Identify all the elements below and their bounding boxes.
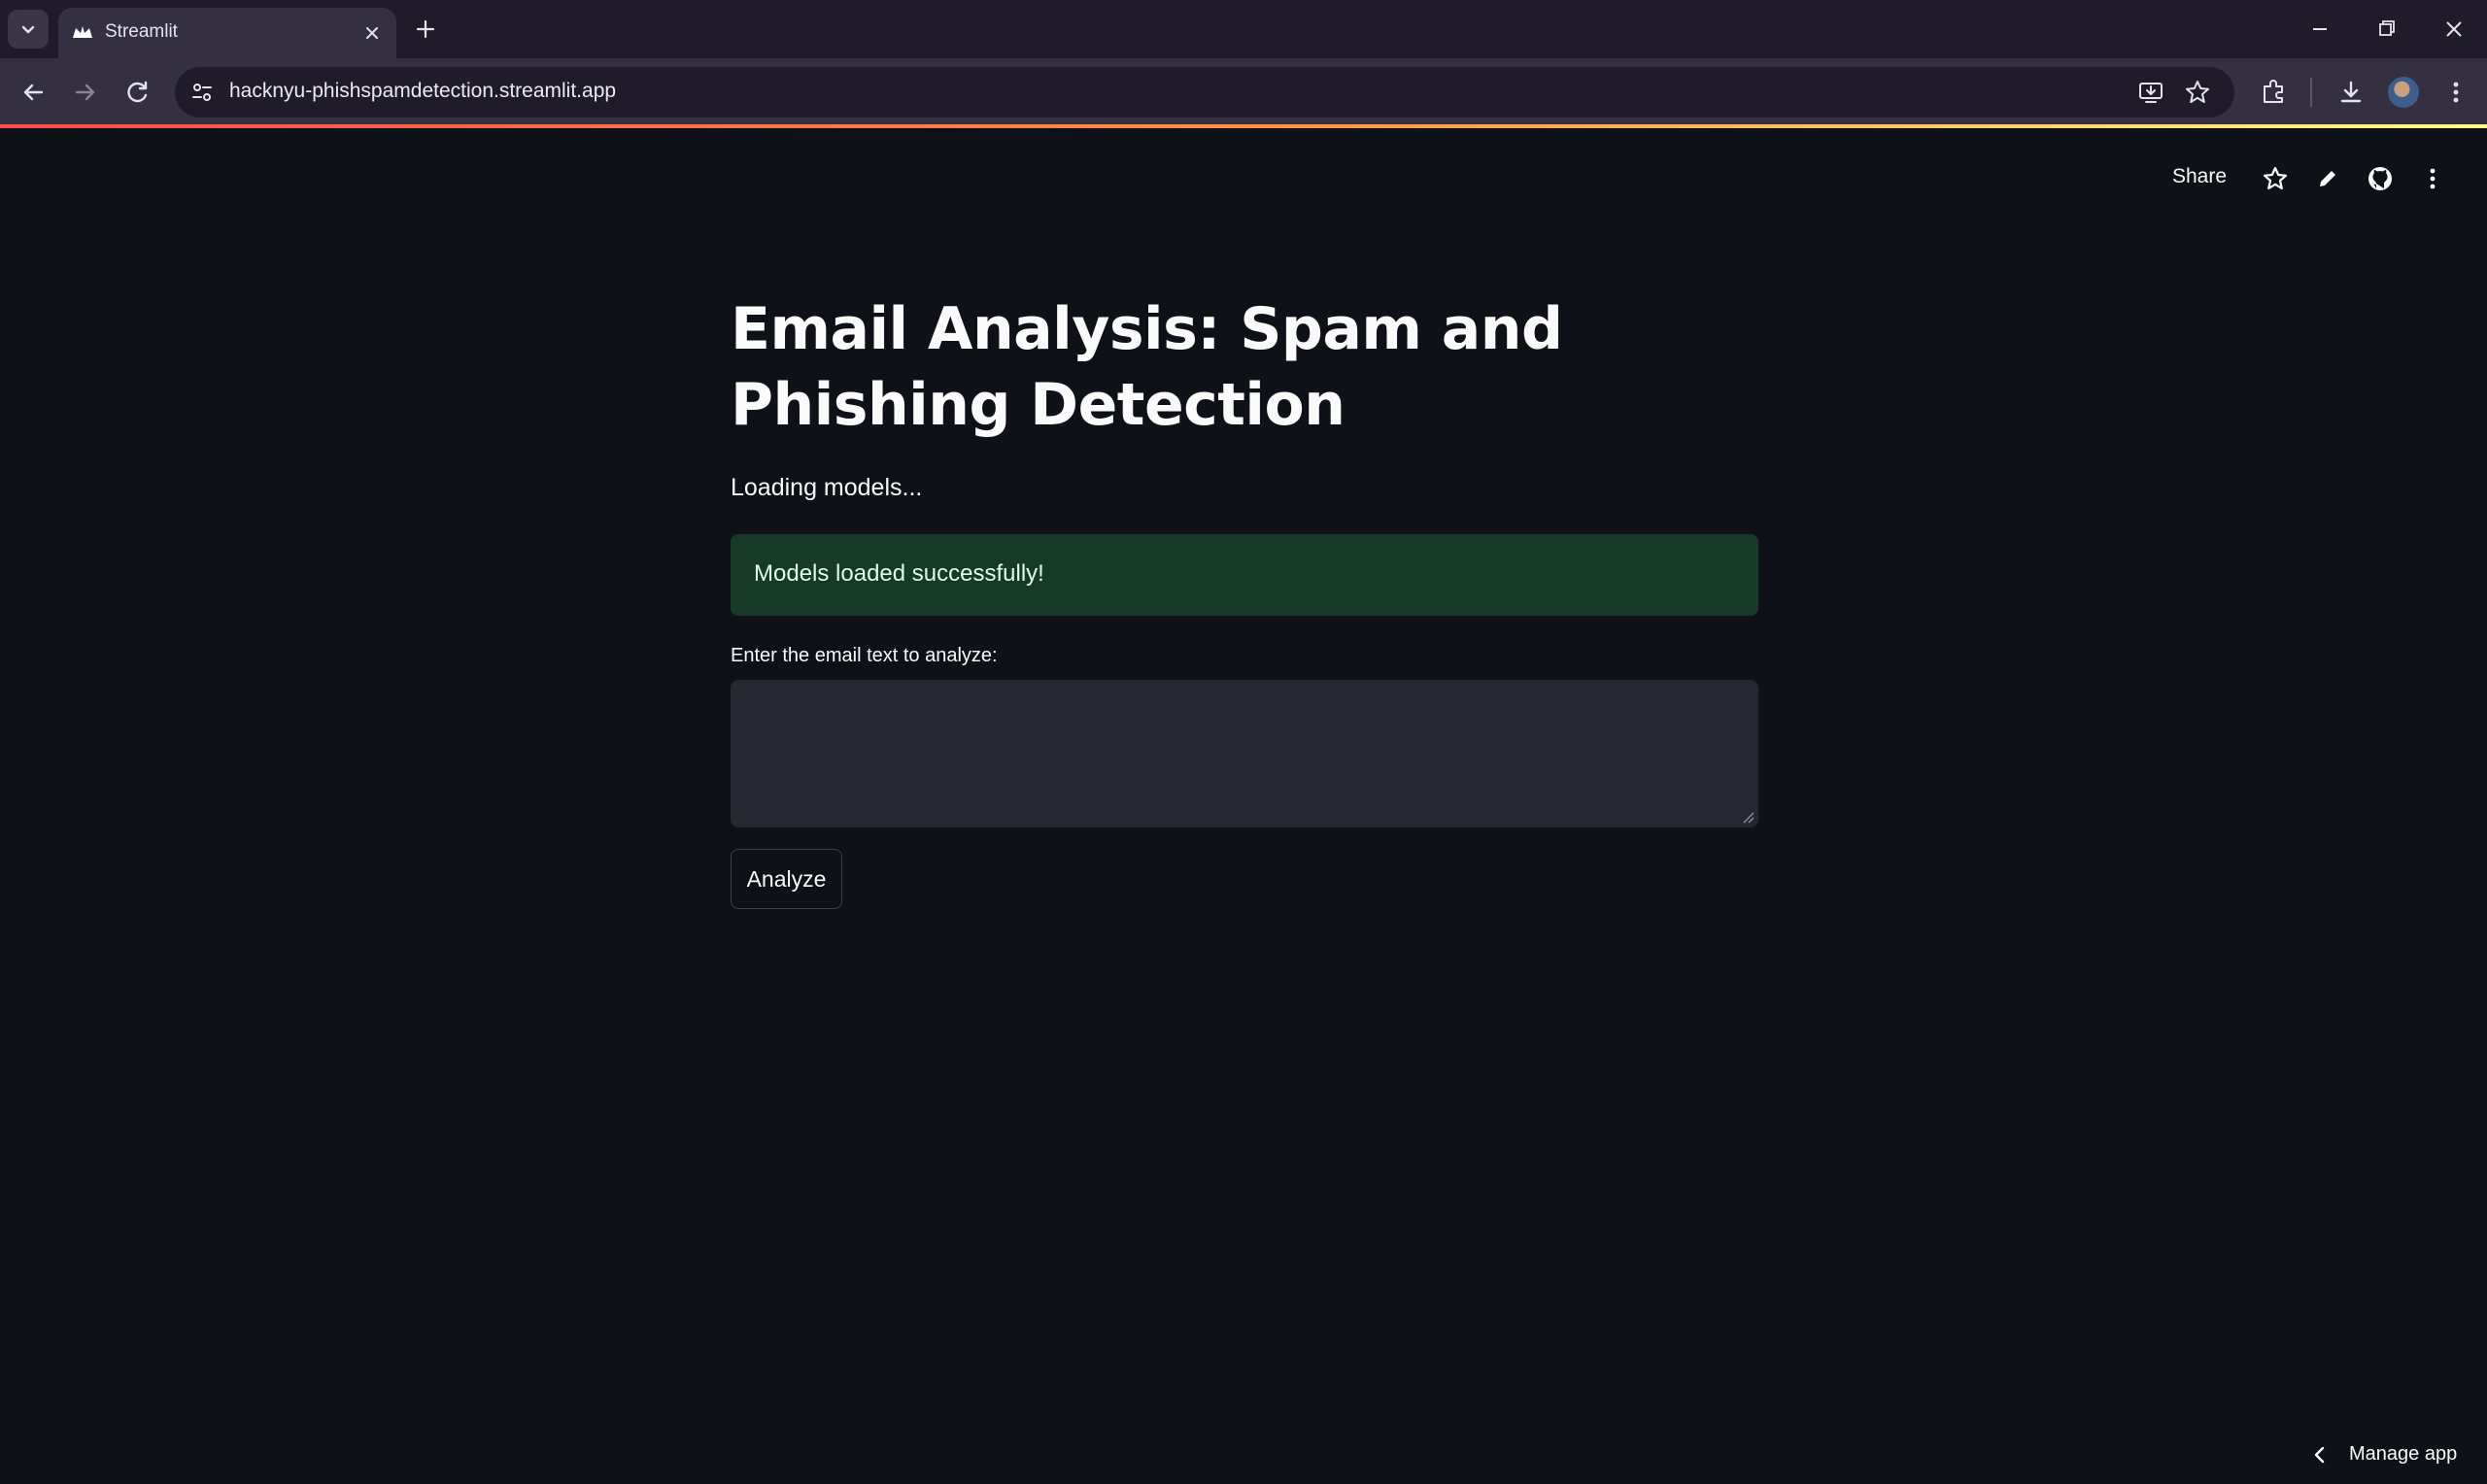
chevron-left-icon: [2314, 1446, 2325, 1464]
bookmark-star-icon[interactable]: [2182, 77, 2213, 108]
forward-icon[interactable]: [68, 75, 103, 110]
download-icon[interactable]: [2334, 75, 2368, 110]
success-alert: Models loaded successfully!: [731, 534, 1758, 616]
close-tab-icon[interactable]: [359, 20, 385, 46]
loading-text: Loading models...: [731, 474, 923, 501]
reload-icon[interactable]: [120, 75, 155, 110]
extensions-icon[interactable]: [2256, 75, 2291, 110]
browser-tab[interactable]: Streamlit: [58, 8, 396, 58]
tab-title: Streamlit: [105, 21, 178, 42]
install-app-icon[interactable]: [2135, 77, 2166, 108]
restore-icon[interactable]: [2367, 12, 2405, 47]
main-menu-icon[interactable]: [2417, 163, 2448, 194]
tab-search-button[interactable]: [8, 10, 49, 49]
url-text[interactable]: hacknyu-phishspamdetection.streamlit.app: [229, 80, 616, 103]
edit-pencil-icon[interactable]: [2312, 163, 2343, 194]
app-header: Share: [0, 128, 2487, 229]
streamlit-crown-icon: [73, 26, 92, 38]
browser-toolbar: hacknyu-phishspamdetection.streamlit.app: [0, 58, 2487, 126]
new-tab-icon[interactable]: [410, 14, 441, 45]
email-text-input[interactable]: [731, 680, 1758, 827]
profile-avatar[interactable]: [2388, 77, 2419, 108]
close-window-icon[interactable]: [2435, 12, 2473, 47]
minimize-icon[interactable]: [2300, 12, 2339, 47]
github-icon[interactable]: [2365, 163, 2396, 194]
site-info-icon[interactable]: [185, 75, 220, 110]
share-button[interactable]: Share: [2172, 165, 2227, 188]
toolbar-separator: [2310, 78, 2312, 107]
chevron-down-icon: [21, 25, 35, 34]
success-message: Models loaded successfully!: [754, 560, 1044, 587]
analyze-button[interactable]: Analyze: [731, 849, 842, 909]
browser-tab-bar: Streamlit: [0, 0, 2487, 58]
star-icon[interactable]: [2260, 163, 2291, 194]
kebab-menu-icon[interactable]: [2438, 75, 2473, 110]
resize-handle-icon[interactable]: [1741, 810, 1755, 824]
main-content: Email Analysis: Spam and Phishing Detect…: [731, 291, 1758, 909]
address-bar[interactable]: hacknyu-phishspamdetection.streamlit.app: [175, 67, 2234, 118]
manage-app-button[interactable]: Manage app: [2295, 1435, 2470, 1474]
manage-app-label: Manage app: [2349, 1443, 2458, 1465]
back-icon[interactable]: [16, 75, 51, 110]
page-title: Email Analysis: Spam and Phishing Detect…: [731, 295, 1563, 439]
email-input-label: Enter the email text to analyze:: [731, 645, 998, 666]
